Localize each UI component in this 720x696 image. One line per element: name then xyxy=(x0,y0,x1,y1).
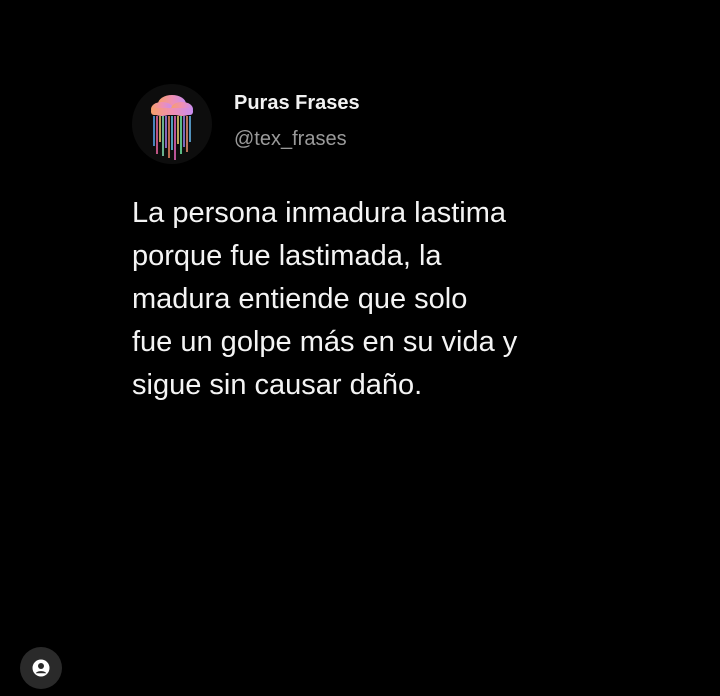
post-card: Puras Frases @tex_frases La persona inma… xyxy=(132,84,692,407)
user-icon xyxy=(32,659,50,677)
user-handle[interactable]: @tex_frases xyxy=(234,125,360,153)
post-text: La persona inmadura lastima porque fue l… xyxy=(132,197,518,401)
display-name[interactable]: Puras Frases xyxy=(234,89,360,117)
avatar[interactable] xyxy=(132,84,212,164)
author-names: Puras Frases @tex_frases xyxy=(234,89,360,153)
post-header: Puras Frases @tex_frases xyxy=(132,84,692,164)
rain-cloud-icon xyxy=(151,95,193,160)
account-button[interactable] xyxy=(20,647,62,689)
